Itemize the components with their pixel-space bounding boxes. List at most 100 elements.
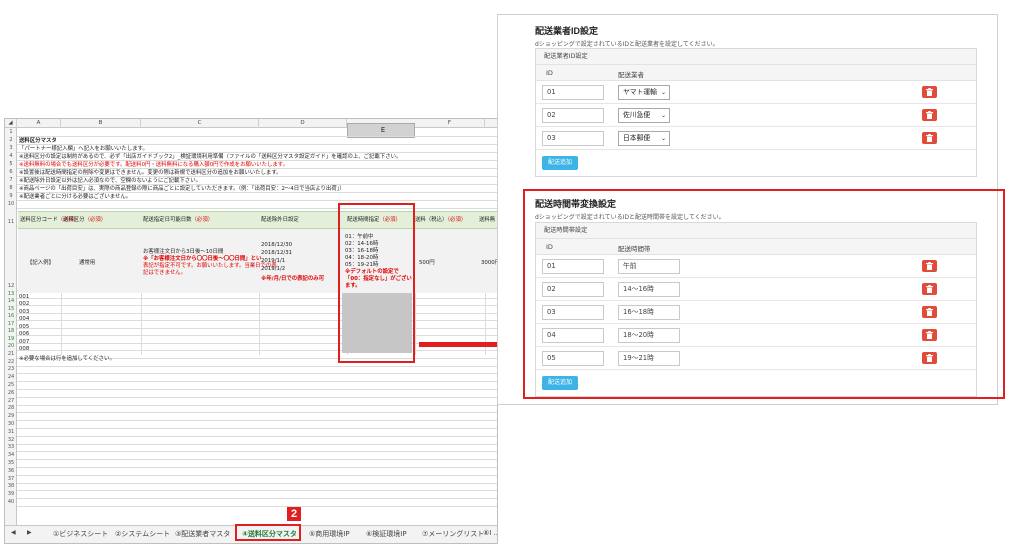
chevron-down-icon: ⌄: [660, 89, 666, 96]
carrier-table-header: ID 配送業者: [536, 65, 976, 81]
grid-line: [17, 404, 497, 406]
sheet-tab-mailing[interactable]: ⑦メーリングリスト: [422, 529, 484, 539]
add-carrier-button[interactable]: 配送追加: [542, 156, 578, 170]
code-cell[interactable]: 007: [19, 339, 29, 345]
code-cell[interactable]: 005: [19, 324, 29, 330]
row-number[interactable]: 21: [5, 351, 17, 357]
row-number[interactable]: 22: [5, 359, 17, 365]
grid-line: [17, 297, 497, 299]
row-number[interactable]: 35: [5, 460, 17, 466]
note-1: 「パートナー様記入欄」へ記入をお願いいたします。: [19, 146, 148, 152]
delete-button[interactable]: [922, 86, 937, 98]
row-number[interactable]: 25: [5, 382, 17, 388]
row-number[interactable]: 28: [5, 405, 17, 411]
carrier-select[interactable]: ヤマト運輸 ⌄: [618, 85, 670, 100]
row-number[interactable]: 33: [5, 444, 17, 450]
carrier-id-input[interactable]: 02: [542, 108, 604, 123]
row-number[interactable]: 11: [5, 219, 17, 225]
carrier-id-input[interactable]: 01: [542, 85, 604, 100]
grid-line: [17, 200, 497, 201]
sheet-title: 送料区分マスタ: [19, 138, 57, 144]
grid-line: [17, 396, 497, 398]
row-number[interactable]: 20: [5, 343, 17, 349]
row-number[interactable]: 39: [5, 491, 17, 497]
code-cell[interactable]: 001: [19, 294, 29, 300]
grid-line: [17, 381, 497, 383]
row-number[interactable]: 5: [5, 161, 17, 167]
row-number[interactable]: 37: [5, 476, 17, 482]
row-number[interactable]: 16: [5, 313, 17, 319]
column-a[interactable]: A: [17, 119, 61, 128]
header-col-d: 配送除外日設定: [261, 217, 299, 223]
grid-line: [17, 208, 497, 209]
next-sheet-icon[interactable]: ▶: [27, 529, 32, 536]
row-number[interactable]: 12: [5, 283, 17, 289]
grid-line: [17, 350, 497, 351]
sheet-tab-more[interactable]: ⑧I ...: [483, 529, 497, 537]
row-number[interactable]: 26: [5, 390, 17, 396]
carrier-id-input[interactable]: 03: [542, 131, 604, 146]
row-number[interactable]: 3: [5, 145, 17, 151]
row-number[interactable]: 30: [5, 421, 17, 427]
row-number[interactable]: 1: [5, 129, 17, 135]
row-number[interactable]: 23: [5, 366, 17, 372]
code-cell[interactable]: 004: [19, 316, 29, 322]
example-date-2: 2018/12/31: [261, 250, 293, 256]
corner-cell[interactable]: ◢: [5, 119, 17, 128]
row-number[interactable]: 24: [5, 374, 17, 380]
sheet-tab-carrier[interactable]: ③配送業者マスタ: [175, 529, 230, 539]
prev-sheet-icon[interactable]: ◀: [11, 529, 16, 536]
row-number[interactable]: 9: [5, 193, 17, 199]
row-number[interactable]: 29: [5, 413, 17, 419]
row-number[interactable]: 31: [5, 429, 17, 435]
carrier-select[interactable]: 日本郵便 ⌄: [618, 131, 670, 146]
carrier-section-description: dショッピングで設定されているIDと配送業者を設定してください。: [535, 41, 719, 48]
sheet-tab-test-ip[interactable]: ⑥検証環境IP: [366, 529, 407, 539]
example-date-3: 2019/1/1: [261, 258, 286, 264]
row-number[interactable]: 15: [5, 306, 17, 312]
grid-line: [17, 305, 497, 306]
column-b[interactable]: B: [61, 119, 141, 128]
header-col-c: 配送指定日可能日数（必須）: [143, 217, 214, 223]
code-cell[interactable]: 002: [19, 301, 29, 307]
column-d[interactable]: D: [259, 119, 347, 128]
row-number[interactable]: 4: [5, 153, 17, 159]
row-number[interactable]: 32: [5, 437, 17, 443]
row-number[interactable]: 7: [5, 177, 17, 183]
row-number[interactable]: 17: [5, 321, 17, 327]
grid-line: [17, 459, 497, 461]
code-cell[interactable]: 003: [19, 309, 29, 315]
row-number[interactable]: 8: [5, 185, 17, 191]
grid-line: [17, 389, 497, 390]
delete-button[interactable]: [922, 109, 937, 121]
grid-line: [17, 474, 497, 476]
column-f[interactable]: F: [415, 119, 485, 128]
carrier-table: 配送業者ID設定 ID 配送業者 01 ヤマト運輸 ⌄ 02 佐川急便 ⌄ 03 日…: [535, 48, 977, 177]
code-cell[interactable]: 006: [19, 331, 29, 337]
delete-button[interactable]: [922, 132, 937, 144]
example-c-line4: 記はできません。: [143, 270, 186, 276]
sheet-tab-business[interactable]: ①ビジネスシート: [53, 529, 108, 539]
row-number[interactable]: 10: [5, 201, 17, 207]
row-number[interactable]: 40: [5, 499, 17, 505]
row-number[interactable]: 13: [5, 291, 17, 297]
sheet-tab-prod-ip[interactable]: ⑤商用環境IP: [309, 529, 350, 539]
chevron-down-icon: ⌄: [660, 112, 666, 119]
row-number[interactable]: 18: [5, 328, 17, 334]
row-number[interactable]: 19: [5, 336, 17, 342]
row-number[interactable]: 38: [5, 483, 17, 489]
row-number[interactable]: 34: [5, 452, 17, 458]
carrier-select[interactable]: 佐川急便 ⌄: [618, 108, 670, 123]
row-number[interactable]: 6: [5, 169, 17, 175]
grid-line: [17, 320, 497, 321]
row-number[interactable]: 27: [5, 398, 17, 404]
trash-icon: [926, 134, 933, 142]
row-number[interactable]: 36: [5, 468, 17, 474]
code-cell[interactable]: 008: [19, 346, 29, 352]
row-number[interactable]: 14: [5, 298, 17, 304]
row-number[interactable]: 2: [5, 137, 17, 143]
sheet-tab-system[interactable]: ②システムシート: [115, 529, 170, 539]
column-c[interactable]: C: [141, 119, 259, 128]
grid-line: [17, 373, 497, 375]
note-5: ※配送除外日設定以外は記入必須なので、空欄のないようにご記載下さい。: [19, 178, 201, 184]
